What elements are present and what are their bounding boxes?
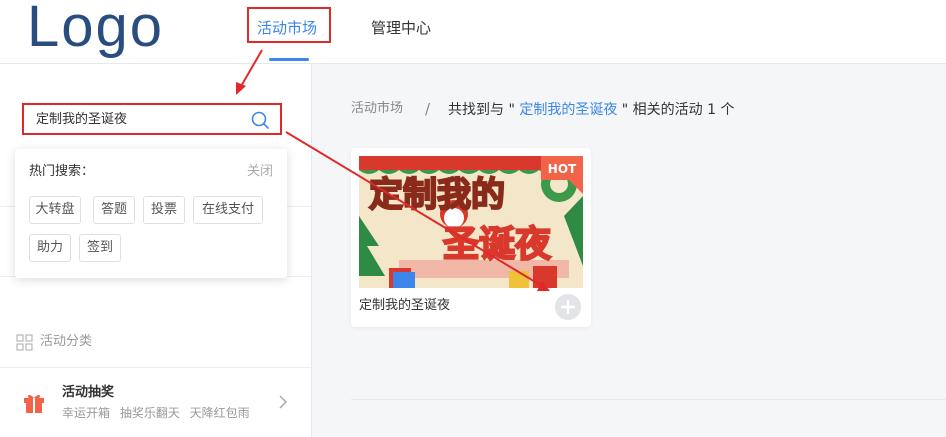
hot-badge-label: HOT: [548, 162, 577, 176]
search-icon[interactable]: [250, 110, 270, 130]
grid-icon: [16, 334, 33, 351]
divider: [351, 399, 946, 400]
plus-circle-icon[interactable]: [553, 292, 583, 322]
close-button[interactable]: 关闭: [247, 164, 273, 180]
annotation-highlight-box: [247, 7, 331, 43]
search-input-value: 定制我的圣诞夜: [36, 112, 128, 127]
summary-keyword: 定制我的圣诞夜: [519, 102, 618, 118]
chevron-right-icon[interactable]: [278, 395, 288, 409]
logo[interactable]: Logo: [27, 0, 164, 58]
nav-management-center[interactable]: 管理中心: [371, 18, 431, 38]
activity-cover-image[interactable]: 定制我的 圣诞夜 HOT: [359, 156, 583, 288]
activity-card-title[interactable]: 定制我的圣诞夜: [359, 298, 450, 314]
hot-tag-item[interactable]: 投票: [143, 196, 185, 224]
hot-tag-item[interactable]: 签到: [79, 234, 121, 262]
hot-tag-item[interactable]: 答题: [93, 196, 135, 224]
search-result-summary: 共找到与 " 定制我的圣诞夜 " 相关的活动 1 个: [448, 101, 735, 119]
cover-title-line-1: 定制我的: [369, 175, 505, 215]
activity-card[interactable]: 定制我的 圣诞夜 HOT 定制我的圣诞夜: [351, 148, 591, 327]
hot-search-dropdown: 热门搜索： 关闭 大转盘 答题 投票 在线支付 助力 签到: [15, 149, 287, 278]
breadcrumb-separator: /: [425, 100, 431, 118]
summary-suffix: " 相关的活动 1 个: [617, 102, 735, 118]
nav-active-indicator: [269, 58, 309, 61]
hot-tag-item[interactable]: 大转盘: [29, 196, 81, 224]
category-item-subtitle: 幸运开箱 抽奖乐翻天 天降红包雨: [62, 406, 250, 420]
category-item-title[interactable]: 活动抽奖: [62, 385, 114, 401]
search-input[interactable]: 定制我的圣诞夜: [22, 103, 282, 135]
cover-title-line-2: 圣诞夜: [443, 224, 552, 265]
divider: [0, 367, 311, 368]
category-header-label: 活动分类: [40, 334, 93, 349]
top-header: Logo 活动市场 管理中心: [0, 0, 946, 64]
breadcrumb-root[interactable]: 活动市场: [351, 101, 403, 117]
hot-search-title: 热门搜索：: [29, 164, 95, 179]
hot-badge: HOT: [541, 156, 583, 194]
summary-prefix: 共找到与 ": [448, 102, 520, 118]
gift-icon: [24, 394, 44, 413]
hot-tag-item[interactable]: 在线支付: [193, 196, 263, 224]
hot-tag-item[interactable]: 助力: [29, 234, 71, 262]
